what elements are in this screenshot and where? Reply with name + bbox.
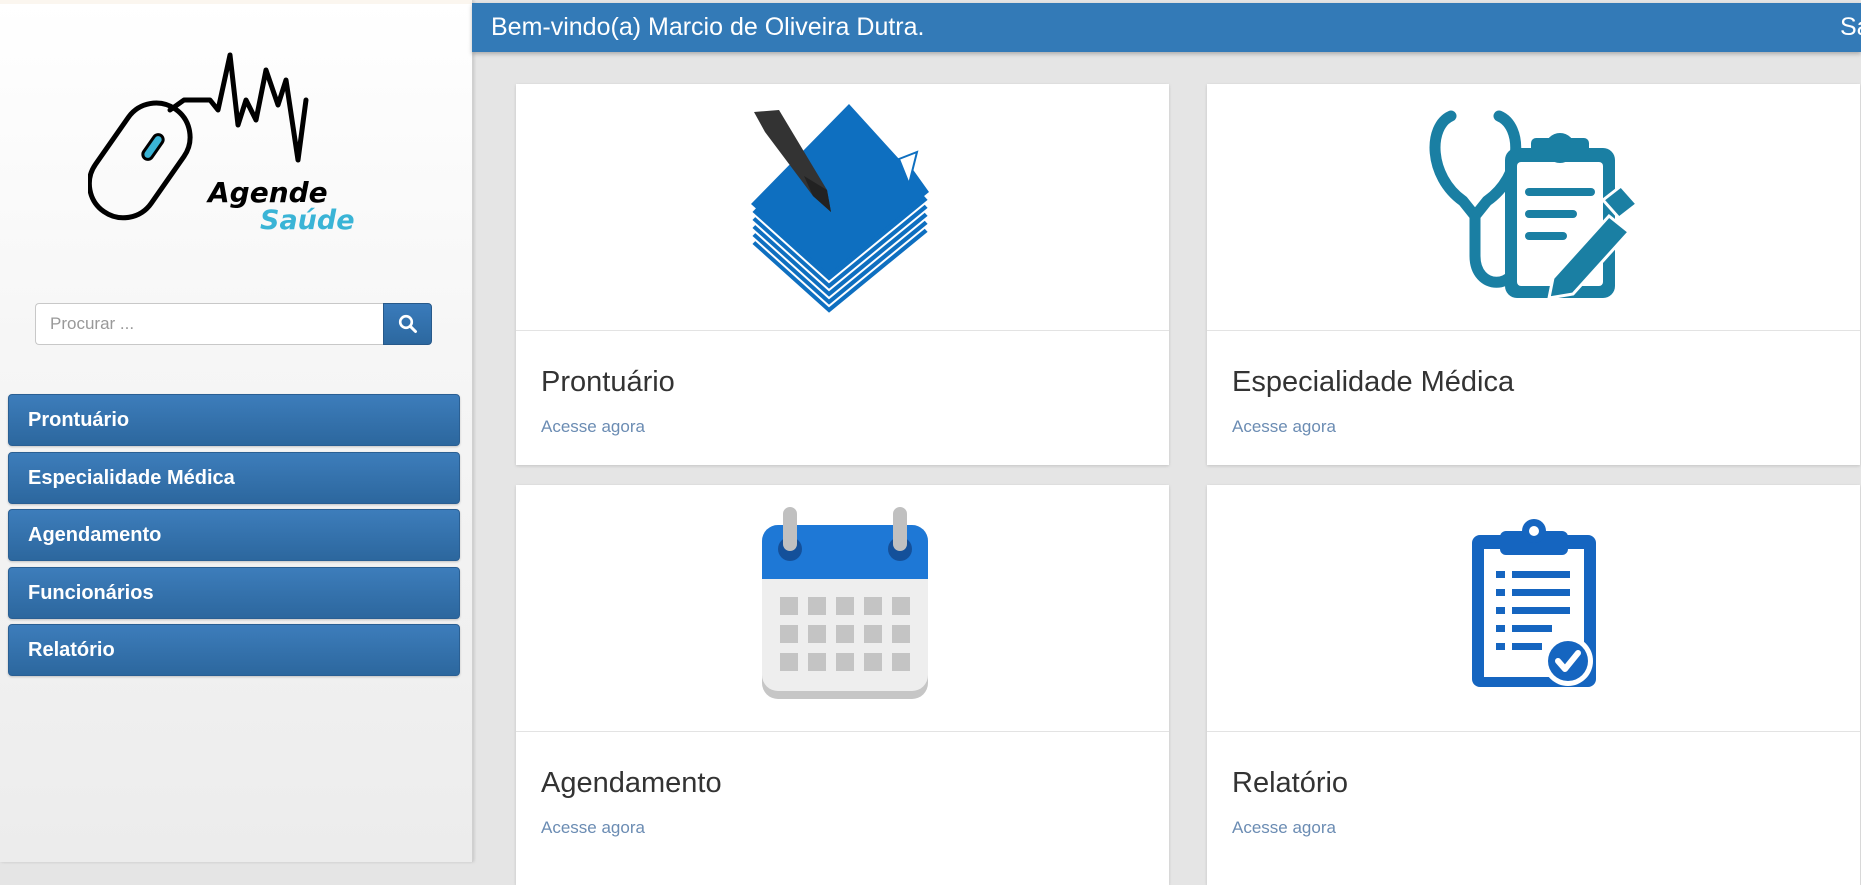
- calendar-icon: [762, 507, 928, 699]
- search-bar: [35, 303, 432, 345]
- search-input[interactable]: [35, 303, 383, 345]
- sidebar: Agende Saúde Prontuário Especialidade Mé…: [0, 0, 473, 862]
- card-link-acesse-agora[interactable]: Acesse agora: [1232, 818, 1336, 838]
- card-title: Especialidade Médica: [1232, 366, 1515, 398]
- sidebar-item-agendamento[interactable]: Agendamento: [8, 509, 460, 561]
- sidebar-item-funcionarios[interactable]: Funcionários: [8, 566, 460, 619]
- card-image-area: [516, 84, 1169, 331]
- agende-saude-logo: Agende Saúde: [88, 52, 355, 236]
- search-button[interactable]: [383, 303, 432, 345]
- card-title: Relatório: [1232, 767, 1349, 799]
- clipboard-check-icon: [1472, 519, 1596, 687]
- topbar-right-text[interactable]: Sa: [1840, 3, 1861, 51]
- card-agendamento[interactable]: Agendamento Acesse agora: [516, 485, 1169, 885]
- top-bar: Bem-vindo(a) Marcio de Oliveira Dutra. S…: [472, 3, 1861, 52]
- stethoscope-clipboard-icon: [1429, 110, 1637, 300]
- logo-text-saude: Saúde: [260, 205, 355, 236]
- card-image-area: [516, 485, 1169, 732]
- card-image-area: [1207, 485, 1860, 732]
- card-image-area: [1207, 84, 1860, 331]
- card-title: Agendamento: [541, 767, 722, 799]
- card-prontuario[interactable]: Prontuário Acesse agora: [516, 84, 1169, 465]
- search-icon: [398, 314, 417, 333]
- sidebar-item-especialidade-medica[interactable]: Especialidade Médica: [8, 451, 460, 504]
- sidebar-nav: Prontuário Especialidade Médica Agendame…: [8, 394, 460, 682]
- card-link-acesse-agora[interactable]: Acesse agora: [1232, 417, 1336, 437]
- welcome-message: Bem-vindo(a) Marcio de Oliveira Dutra.: [491, 13, 925, 41]
- card-link-acesse-agora[interactable]: Acesse agora: [541, 417, 645, 437]
- sidebar-item-relatorio[interactable]: Relatório: [8, 624, 460, 676]
- documents-pen-icon: [749, 104, 931, 314]
- card-relatorio[interactable]: Relatório Acesse agora: [1207, 485, 1860, 885]
- card-title: Prontuário: [541, 366, 675, 398]
- card-link-acesse-agora[interactable]: Acesse agora: [541, 818, 645, 838]
- sidebar-item-prontuario[interactable]: Prontuário: [8, 394, 460, 446]
- card-especialidade-medica[interactable]: Especialidade Médica Acesse agora: [1207, 84, 1860, 465]
